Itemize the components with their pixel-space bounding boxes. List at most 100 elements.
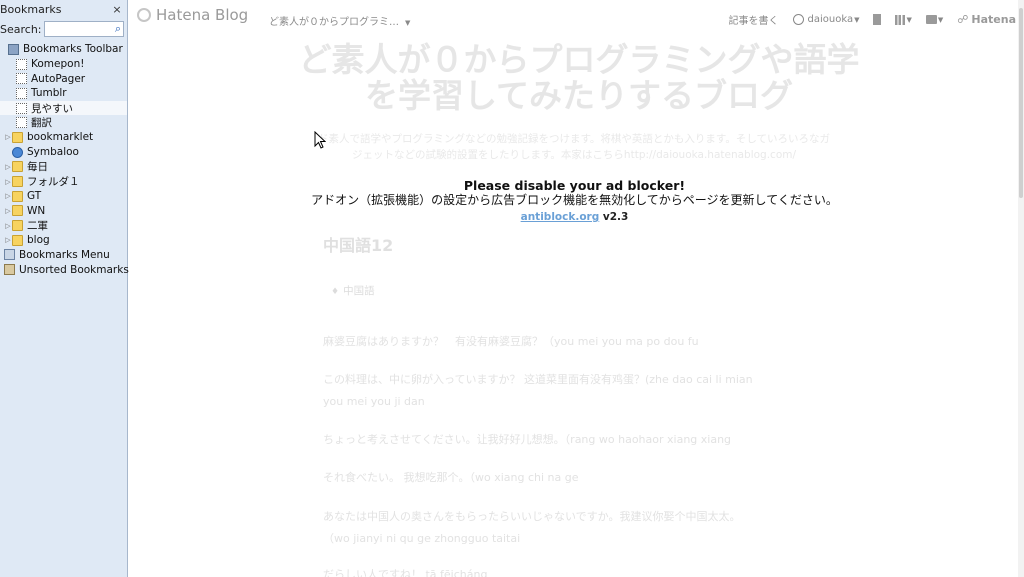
bookmarks-sidebar: Bookmarks × Search: ⌕ Bookmarks Toolbar … xyxy=(0,0,129,577)
notifications-button[interactable]: ▼ xyxy=(925,15,944,24)
folder-icon xyxy=(12,234,23,246)
adblock-message: アドオン（拡張機能）の設定から広告ブロック機能を無効化してからページを更新してく… xyxy=(311,193,838,207)
tree-item-honyaku[interactable]: 翻訳 xyxy=(0,115,127,130)
user-menu[interactable]: daiouoka ▼ xyxy=(792,14,860,25)
tree-item-folder1[interactable]: ▷ フォルダ１ xyxy=(0,174,127,189)
search-icon[interactable]: ⌕ xyxy=(115,22,121,36)
post-paragraph: あなたは中国人の奥さんをもらったらいいじゃないですか。我建议你娶个中国太太。 xyxy=(323,510,741,523)
tree-item-wn[interactable]: ▷ WN xyxy=(0,204,127,219)
tree-item-nigun[interactable]: ▷ 二軍 xyxy=(0,218,127,233)
tree-item-bookmarks-toolbar[interactable]: Bookmarks Toolbar xyxy=(0,42,127,57)
tree-item-label: 二軍 xyxy=(27,220,48,233)
search-input[interactable]: ⌕ xyxy=(43,21,124,37)
adblock-heading: Please disable your ad blocker! xyxy=(463,178,686,193)
antiblock-version: v2.3 xyxy=(602,211,629,223)
tree-item-label: bookmarklet xyxy=(27,131,94,144)
post-paragraph: この料理は、中に卵が入っていますか？ 这道菜里面有没有鸡蛋？(zhe dao c… xyxy=(323,373,753,386)
hatena-small-icon: ☍ xyxy=(957,13,969,26)
logo-text: Hatena Blog xyxy=(156,6,249,24)
sidebar-header: Bookmarks × xyxy=(0,0,127,18)
folder-icon xyxy=(12,205,23,217)
tree-item-komepon[interactable]: Komepon! xyxy=(0,57,127,72)
chevron-down-icon: ▼ xyxy=(854,15,860,24)
post-paragraph: だらしい人ですね！ tā fēicháng xyxy=(323,568,488,577)
search-label: Search: xyxy=(0,22,42,36)
breadcrumb-text: ど素人が０からプログラミ… xyxy=(269,17,399,28)
tag-label: 中国語 xyxy=(343,285,375,297)
tree-item-blog[interactable]: ▷ blog xyxy=(0,233,127,248)
hatena-blog-logo[interactable]: Hatena Blog xyxy=(137,6,248,24)
close-icon[interactable]: × xyxy=(111,3,123,16)
globe-icon xyxy=(12,146,23,158)
tree-item-label: Unsorted Bookmarks xyxy=(19,263,129,276)
sidebar-search: Search: ⌕ xyxy=(0,18,127,40)
menu-icon xyxy=(4,249,15,261)
page-scrollbar[interactable] xyxy=(1018,0,1024,577)
post-paragraph: you mei you ji dan xyxy=(323,395,425,408)
antiblock-link[interactable]: antiblock.org xyxy=(521,211,600,223)
tree-item-autopager[interactable]: AutoPager xyxy=(0,71,127,86)
tree-item-label: GT xyxy=(27,190,42,203)
hatena-logo-icon xyxy=(137,8,151,22)
tree-item-label: WN xyxy=(27,204,46,217)
expander-icon[interactable]: ▷ xyxy=(4,207,12,215)
chevron-down-icon: ▼ xyxy=(906,15,912,24)
hatena-text: Hatena xyxy=(971,13,1016,26)
blog-page: Hatena Blog ど素人が０からプログラミ… ▼ 記事を書く daiouok… xyxy=(129,0,1024,577)
blog-description: ド素人で語学やプログラミングなどの勉強記録をつけます。将棋や英語とかも入ります。… xyxy=(284,131,864,163)
tree-item-bookmarklet[interactable]: ▷ bookmarklet xyxy=(0,130,127,145)
grid-icon xyxy=(895,14,906,25)
tree-item-label: 翻訳 xyxy=(31,117,52,130)
apps-menu-button[interactable]: ▼ xyxy=(895,14,912,25)
expander-icon[interactable]: ▷ xyxy=(4,222,12,230)
chevron-down-icon: ▼ xyxy=(937,15,944,24)
tree-item-label: AutoPager xyxy=(31,72,86,85)
page-icon xyxy=(16,87,27,99)
bookmark-button[interactable] xyxy=(873,14,882,25)
tree-item-label: Bookmarks Menu xyxy=(19,248,110,261)
tree-item-miyasui[interactable]: 見やすい xyxy=(0,100,127,116)
tree-item-label: 見やすい xyxy=(31,102,73,115)
page-icon xyxy=(16,58,27,70)
write-post-link[interactable]: 記事を書く xyxy=(729,12,779,27)
blog-title-line: を学習してみたりするブログ xyxy=(364,76,793,115)
tree-item-label: blog xyxy=(27,234,50,247)
expander-icon[interactable]: ▷ xyxy=(4,192,12,200)
tree-item-mainichi[interactable]: ▷ 毎日 xyxy=(0,160,127,175)
tree-item-bookmarks-menu[interactable]: Bookmarks Menu xyxy=(0,248,127,263)
topbar-nav: 記事を書く daiouoka ▼ ▼ ▼ ☍ Hatena xyxy=(715,12,1017,27)
mouse-cursor-icon xyxy=(314,131,326,149)
scrollbar-thumb[interactable] xyxy=(1019,8,1023,198)
tag-icon: ♦ xyxy=(331,287,340,297)
username: daiouoka xyxy=(807,14,854,25)
bookmark-icon xyxy=(873,14,882,25)
folder-icon xyxy=(12,220,23,232)
blog-title[interactable]: ど素人が０からプログラミングや語学 を学習してみたりするブログ xyxy=(279,42,879,114)
post-paragraph: （wo jianyi ni qu ge zhongguo taitai xyxy=(323,532,521,545)
folder-icon xyxy=(12,131,23,143)
expander-icon[interactable]: ▷ xyxy=(4,236,12,244)
tree-item-label: Bookmarks Toolbar xyxy=(23,43,123,56)
blog-title-line: ど素人が０からプログラミングや語学 xyxy=(298,40,860,79)
blog-breadcrumb[interactable]: ど素人が０からプログラミ… ▼ xyxy=(269,13,410,28)
expander-icon[interactable]: ▷ xyxy=(4,133,12,141)
hatena-link[interactable]: ☍ Hatena xyxy=(957,13,1016,26)
tree-item-gt[interactable]: ▷ GT xyxy=(0,189,127,204)
blog-description-line: ド素人で語学やプログラミングなどの勉強記録をつけます。将棋や英語とかも入ります。… xyxy=(317,133,831,145)
unsorted-icon xyxy=(4,264,15,276)
tree-item-label: Symbaloo xyxy=(27,146,79,159)
post-tag[interactable]: ♦ 中国語 xyxy=(331,283,375,298)
expander-icon[interactable]: ▷ xyxy=(4,163,12,171)
tree-item-unsorted-bookmarks[interactable]: Unsorted Bookmarks xyxy=(0,262,129,277)
tree-item-label: Komepon! xyxy=(31,58,85,71)
post-paragraph: それ食べたい。 我想吃那个。（wo xiang chi na ge xyxy=(323,471,579,484)
toolbar-icon xyxy=(8,43,19,55)
tree-item-label: Tumblr xyxy=(31,87,67,100)
user-avatar-icon xyxy=(792,14,804,25)
post-title[interactable]: 中国語12 xyxy=(323,232,393,256)
hatena-topbar: Hatena Blog ど素人が０からプログラミ… ▼ 記事を書く daiouok… xyxy=(129,0,1024,40)
comment-icon xyxy=(925,15,937,24)
expander-icon[interactable]: ▷ xyxy=(4,178,12,186)
tree-item-tumblr[interactable]: Tumblr xyxy=(0,86,127,101)
tree-item-symbaloo[interactable]: Symbaloo xyxy=(0,145,127,160)
